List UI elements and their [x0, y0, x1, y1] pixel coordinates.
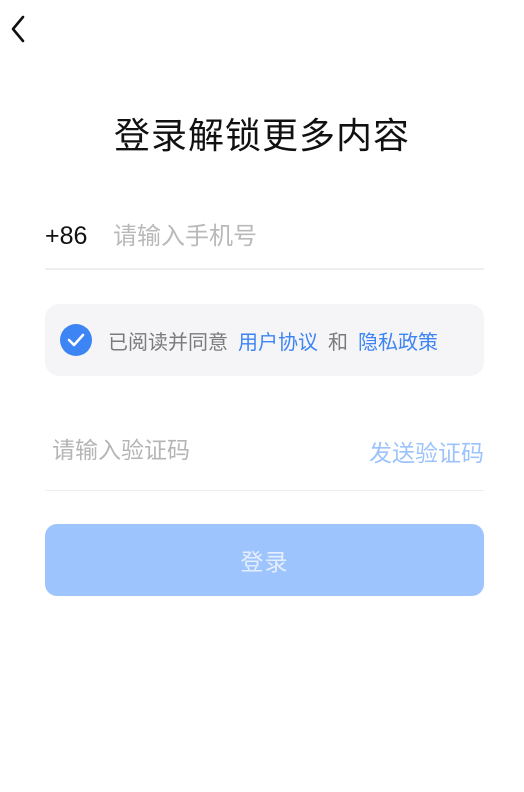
verification-code-input[interactable] — [45, 438, 369, 464]
chevron-left-icon — [11, 15, 25, 43]
verification-code-field: 发送验证码 — [45, 412, 484, 491]
agreement-checkbox[interactable] — [60, 324, 92, 356]
country-code[interactable]: +86 — [45, 222, 113, 251]
privacy-policy-link[interactable]: 隐私政策 — [358, 326, 438, 355]
login-button[interactable]: 登录 — [45, 524, 484, 596]
back-button[interactable] — [4, 12, 32, 46]
agreement-conjunction: 和 — [328, 329, 348, 354]
phone-field: +86 — [45, 204, 484, 270]
user-agreement-link[interactable]: 用户协议 — [238, 326, 318, 355]
agreement-box: 已阅读并同意 用户协议 和 隐私政策 — [45, 304, 484, 376]
checkmark-icon — [67, 333, 85, 347]
agreement-prefix-text: 已阅读并同意 — [108, 329, 228, 354]
login-page: 登录解锁更多内容 +86 已阅读并同意 用户协议 和 隐私政策 发送验证码 登录 — [0, 0, 524, 792]
send-code-button[interactable]: 发送验证码 — [369, 434, 484, 468]
phone-input[interactable] — [113, 222, 484, 250]
page-title: 登录解锁更多内容 — [113, 116, 410, 157]
